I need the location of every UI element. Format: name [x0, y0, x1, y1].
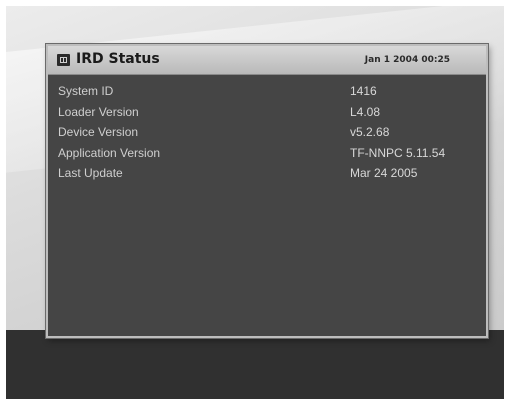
ird-status-panel: IRD Status Jan 1 2004 00:25 System ID 14…: [46, 44, 488, 338]
info-box-icon: [57, 54, 70, 66]
status-label: Application Version: [58, 145, 161, 160]
status-row-last-update: Last Update Mar 24 2005: [58, 166, 478, 187]
status-label: Last Update: [58, 166, 123, 180]
status-value: L4.08: [350, 104, 381, 119]
status-value: TF-NNPC 5.11.54: [350, 145, 446, 160]
header-datetime: Jan 1 2004 00:25: [364, 55, 450, 65]
status-value: 1416: [350, 84, 377, 98]
status-value: v5.2.68: [350, 125, 390, 139]
status-row-application-version: Application Version TF-NNPC 5.11.54: [58, 146, 478, 167]
panel-header: IRD Status Jan 1 2004 00:25: [48, 46, 486, 75]
status-label: System ID: [58, 84, 114, 98]
bottom-band: [6, 330, 504, 399]
screen-background: IRD Status Jan 1 2004 00:25 System ID 14…: [6, 6, 504, 399]
status-row-device-version: Device Version v5.2.68: [58, 125, 478, 146]
status-row-loader-version: Loader Version L4.08: [58, 105, 478, 126]
status-value: Mar 24 2005: [350, 166, 418, 180]
status-list: System ID 1416 Loader Version L4.08 Devi…: [58, 84, 478, 187]
status-label: Loader Version: [58, 104, 139, 119]
panel-title: IRD Status: [76, 51, 160, 67]
status-label: Device Version: [58, 125, 139, 139]
status-row-system-id: System ID 1416: [58, 84, 478, 105]
